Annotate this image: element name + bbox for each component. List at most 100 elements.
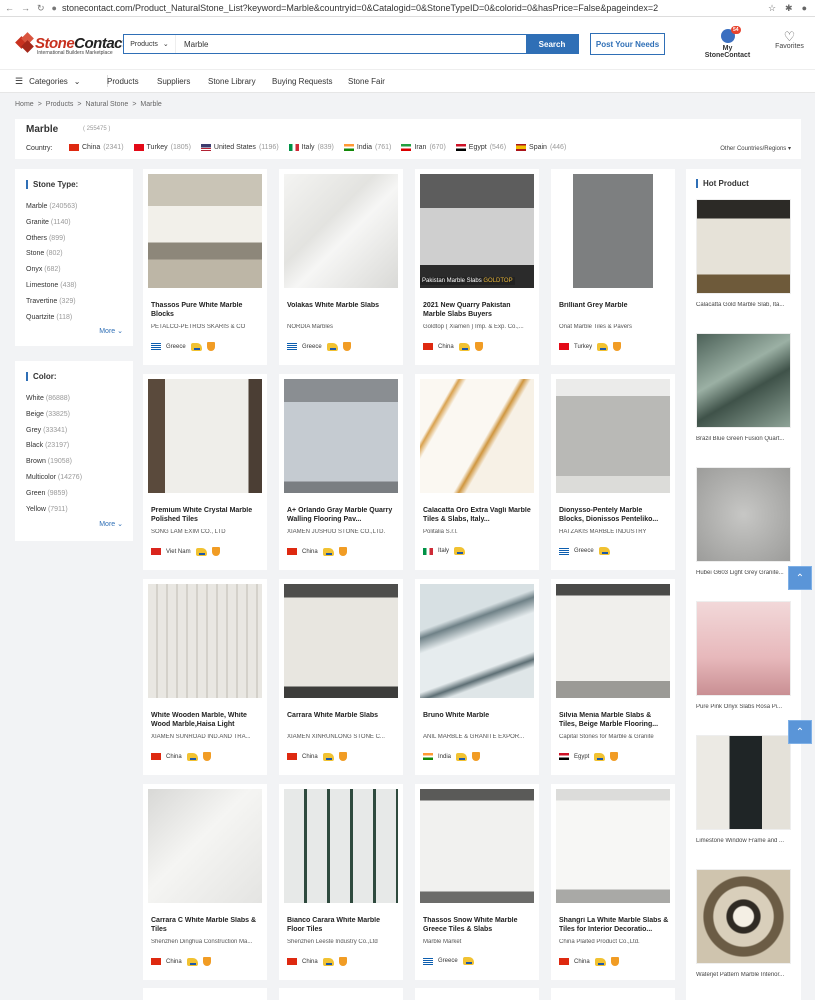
product-title[interactable]: Volakas White Marble Slabs (287, 302, 397, 319)
product-title[interactable]: Carrara White Marble Slabs (287, 712, 397, 729)
product-title[interactable]: Calacatta Oro Extra Vagli Marble Tiles &… (423, 507, 533, 524)
scroll-top-button[interactable]: ⌃ (788, 566, 812, 590)
product-card[interactable]: Shangri La White Marble Slabs & Tiles fo… (551, 784, 675, 980)
product-image[interactable] (148, 174, 262, 288)
product-image[interactable] (556, 584, 670, 698)
hot-product-image[interactable] (696, 869, 791, 964)
hot-product-caption[interactable]: Waterjet Pattern Marble Interior... (696, 972, 791, 978)
product-card[interactable]: Dionysso-Pentely Marble Blocks, Dionisso… (551, 374, 675, 570)
product-card[interactable]: Carrara White Marble Slabs XIAMEN XINRUN… (279, 579, 403, 775)
hot-product-item[interactable]: Hubei G603 Light Grey Granite... (696, 467, 791, 576)
search-input[interactable] (176, 35, 526, 53)
color-green[interactable]: Green (9859) (26, 490, 82, 506)
product-company[interactable]: Marble Market (423, 939, 533, 945)
categories-menu[interactable]: ☰ Categories ⌄ (0, 76, 107, 87)
menu-item-stone-fair[interactable]: Stone Fair (348, 77, 385, 86)
stone-type-granite[interactable]: Granite (1140) (26, 219, 77, 235)
hot-product-caption[interactable]: Brazil Blue Green Fusion Quart... (696, 436, 791, 442)
hot-product-caption[interactable]: Calacatta Gold Marble Slab, Ita... (696, 302, 791, 308)
back-icon[interactable]: ← (5, 3, 14, 14)
product-title[interactable]: Silvia Menia Marble Slabs & Tiles, Beige… (559, 712, 669, 729)
color-grey[interactable]: Grey (33341) (26, 427, 82, 443)
menu-item-buying-requests[interactable]: Buying Requests (272, 77, 332, 86)
hot-product-caption[interactable]: Hubei G603 Light Grey Granite... (696, 570, 791, 576)
product-title[interactable]: Premium White Crystal Marble Polished Ti… (151, 507, 261, 524)
hot-product-item[interactable]: Limestone Window Frame and ... (696, 735, 791, 844)
breadcrumb-natural-stone[interactable]: Natural Stone (86, 101, 129, 108)
product-title[interactable]: 2021 New Quarry Pakistan Marble Slabs Bu… (423, 302, 533, 319)
product-company[interactable]: Shenzhen Leeste Industry Co.,Ltd (287, 939, 397, 945)
search-button[interactable]: Search (526, 35, 578, 53)
product-company[interactable]: ANIL MARBLE & GRANITE EXPOR... (423, 734, 533, 740)
stone-type-marble[interactable]: Marble (240563) (26, 203, 77, 219)
product-company[interactable]: HATZAKIS MARBLE INDUSTRY (559, 529, 669, 535)
product-company[interactable]: PETALCO-PETROS SKARIS & CO (151, 324, 261, 330)
product-company[interactable]: Onat Marble Tiles & Pavers (559, 324, 669, 330)
post-needs-button[interactable]: Post Your Needs (590, 33, 665, 55)
product-card[interactable]: White Wooden Marble, White Wood Marble,H… (143, 579, 267, 775)
country-china[interactable]: China (2341) (69, 144, 124, 151)
country-iran[interactable]: Iran (670) (401, 144, 446, 151)
color-white[interactable]: White (86888) (26, 395, 82, 411)
product-company[interactable]: XIAMEN SUNROAD IND.AND TRA... (151, 734, 261, 740)
scroll-top-button[interactable]: ⌃ (788, 720, 812, 744)
product-card[interactable]: Brilliant Grey Marble Onat Marble Tiles … (551, 169, 675, 365)
stone-type-more-link[interactable]: More ⌄ (99, 327, 123, 335)
product-image[interactable] (420, 379, 534, 493)
country-egypt[interactable]: Egypt (546) (455, 144, 506, 151)
hot-product-caption[interactable]: Pure Pink Onyx Slabs Rosa Pi... (696, 704, 791, 710)
menu-item-suppliers[interactable]: Suppliers (157, 77, 190, 86)
product-image[interactable] (556, 789, 670, 903)
search-category-select[interactable]: Products ⌄ (124, 35, 176, 53)
country-turkey[interactable]: Turkey (1805) (133, 144, 191, 151)
stone-type-quartzite[interactable]: Quartzite (118) (26, 314, 77, 330)
product-image[interactable] (420, 789, 534, 903)
stone-type-limestone[interactable]: Limestone (438) (26, 282, 77, 298)
country-italy[interactable]: Italy (839) (288, 144, 334, 151)
product-image[interactable] (284, 584, 398, 698)
breadcrumb-home[interactable]: Home (15, 101, 34, 108)
hot-product-image[interactable] (696, 467, 791, 562)
hot-product-item[interactable]: Brazil Blue Green Fusion Quart... (696, 333, 791, 442)
product-image[interactable] (148, 379, 262, 493)
stone-type-stone[interactable]: Stone (802) (26, 250, 77, 266)
star-icon[interactable]: ☆ (768, 3, 776, 14)
menu-item-stone-library[interactable]: Stone Library (208, 77, 256, 86)
hot-product-image[interactable] (696, 601, 791, 696)
product-image[interactable] (284, 174, 398, 288)
product-card[interactable]: Calacatta Oro Extra Vagli Marble Tiles &… (415, 374, 539, 570)
product-title[interactable]: A+ Orlando Gray Marble Quarry Walling Fl… (287, 507, 397, 524)
product-title[interactable]: Bruno White Marble (423, 712, 533, 729)
product-image[interactable] (148, 584, 262, 698)
product-card[interactable]: Carrara C White Marble Slabs & Tiles She… (143, 784, 267, 980)
breadcrumb-products[interactable]: Products (46, 101, 74, 108)
product-company[interactable]: Goldtop ( Xiamen ) Imp. & Exp. Co.,... (423, 324, 533, 330)
favorites-link[interactable]: ♡ Favorites (772, 30, 807, 50)
profile-icon[interactable]: ● (802, 3, 807, 14)
hot-product-image[interactable] (696, 333, 791, 428)
hot-product-item[interactable]: Waterjet Pattern Marble Interior... (696, 869, 791, 978)
extension-icon[interactable]: ✱ (785, 3, 793, 14)
product-image[interactable] (556, 379, 670, 493)
reload-icon[interactable]: ↻ (37, 3, 45, 14)
product-image[interactable] (420, 584, 534, 698)
logo[interactable]: StoneContact International Builders Mark… (15, 32, 127, 56)
country-united-states[interactable]: United States (1196) (200, 144, 279, 151)
product-title[interactable]: Thassos Snow White Marble Greece Tiles &… (423, 917, 533, 934)
hot-product-image[interactable] (696, 735, 791, 830)
product-company[interactable]: Shenzhen Dinghua Construction Ma... (151, 939, 261, 945)
product-image[interactable] (148, 789, 262, 903)
stone-type-travertine[interactable]: Travertine (329) (26, 298, 77, 314)
product-image[interactable] (556, 174, 670, 288)
product-title[interactable]: Brilliant Grey Marble (559, 302, 669, 319)
product-card[interactable]: Volakas White Marble Slabs NORDIA Marble… (279, 169, 403, 365)
product-title[interactable]: Bianco Carara White Marble Floor Tiles (287, 917, 397, 934)
forward-icon[interactable]: → (21, 3, 30, 14)
product-title[interactable]: Carrara C White Marble Slabs & Tiles (151, 917, 261, 934)
color-yellow[interactable]: Yellow (7911) (26, 506, 82, 522)
country-spain[interactable]: Spain (446) (516, 144, 566, 151)
color-brown[interactable]: Brown (19058) (26, 458, 82, 474)
hot-product-item[interactable]: Calacatta Gold Marble Slab, Ita... (696, 199, 791, 308)
product-image[interactable]: Pakistan Marble Slabs GOLDTOP (420, 174, 534, 288)
product-card[interactable]: Bianco Carara White Marble Floor Tiles S… (279, 784, 403, 980)
